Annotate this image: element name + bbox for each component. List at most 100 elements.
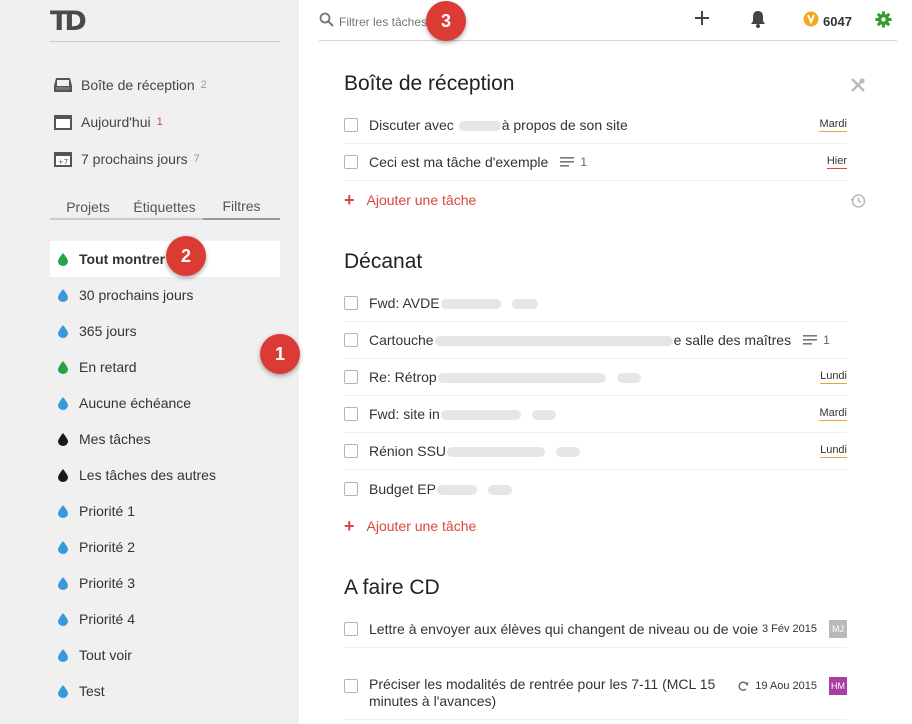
filter-label: Tout montrer <box>79 251 166 267</box>
nav-inbox-label: Boîte de réception <box>81 77 195 93</box>
task-text[interactable]: Lettre à envoyer aux élèves qui changent… <box>369 621 758 637</box>
task-text[interactable]: Fwd: site in <box>369 406 557 422</box>
nav-today-label: Aujourd'hui <box>81 114 151 130</box>
tab-etiquettes[interactable]: Étiquettes <box>126 196 203 218</box>
nav-today[interactable]: Aujourd'hui 1 <box>52 109 163 135</box>
task-due-date[interactable]: Lundi <box>820 370 847 384</box>
section-title-inbox: Boîte de réception <box>344 72 515 95</box>
task-due-date[interactable]: Hier <box>826 155 847 169</box>
task-row: Rénion SSU Lundi <box>344 433 847 470</box>
task-note[interactable]: 1 <box>803 333 830 347</box>
task-checkbox[interactable] <box>344 622 358 636</box>
notifications-button[interactable] <box>750 10 766 33</box>
filter-item[interactable]: 30 prochains jours <box>50 277 280 313</box>
logo[interactable]: TD <box>50 6 280 42</box>
avatar[interactable]: MJ <box>829 620 847 638</box>
filter-item[interactable]: Aucune échéance <box>50 385 280 421</box>
search-icon <box>319 12 334 32</box>
tab-projets[interactable]: Projets <box>50 196 126 218</box>
task-due-date[interactable]: Lundi <box>820 444 847 458</box>
droplet-icon <box>58 360 68 374</box>
task-text[interactable]: Fwd: AVDE <box>369 295 539 311</box>
filter-item[interactable]: Les tâches des autres <box>50 457 280 493</box>
filter-label: Aucune échéance <box>79 395 192 411</box>
karma-icon <box>803 11 819 32</box>
task-checkbox[interactable] <box>344 118 358 132</box>
task-checkbox[interactable] <box>344 155 358 169</box>
task-date[interactable]: 19 Aou 2015 <box>755 680 817 692</box>
task-text[interactable]: Cartouche e salle des maîtres <box>369 332 791 348</box>
annotation-badge-2: 2 <box>166 236 206 276</box>
filter-item[interactable]: Mes tâches <box>50 421 280 457</box>
task-text[interactable]: Discuter avec à propos de son site <box>369 117 628 133</box>
nav-inbox[interactable]: Boîte de réception 2 <box>52 72 207 98</box>
plus-icon <box>694 10 710 31</box>
filter-item[interactable]: Tout voir <box>50 637 280 673</box>
history-icon[interactable] <box>850 193 866 214</box>
filter-item[interactable]: Priorité 1 <box>50 493 280 529</box>
note-count: 1 <box>823 333 830 347</box>
section-title-afaire: A faire CD <box>344 576 440 599</box>
plus-icon: + <box>344 516 355 536</box>
bell-icon <box>750 10 766 33</box>
filter-item[interactable]: Tout montrer <box>50 241 280 277</box>
task-checkbox[interactable] <box>344 333 358 347</box>
calendar-plus7-icon: +7 <box>52 149 74 169</box>
task-due-date[interactable]: Mardi <box>819 118 847 132</box>
filter-item[interactable]: Priorité 2 <box>50 529 280 565</box>
filter-item[interactable]: Test <box>50 673 280 709</box>
nav-next7[interactable]: +7 7 prochains jours 7 <box>52 146 200 172</box>
droplet-icon <box>58 504 68 518</box>
add-task-link[interactable]: + Ajouter une tâche <box>344 188 476 212</box>
task-checkbox[interactable] <box>344 296 358 310</box>
add-task-button[interactable] <box>694 10 710 31</box>
annotation-badge-3: 3 <box>426 1 466 41</box>
task-checkbox[interactable] <box>344 370 358 384</box>
filter-item[interactable]: En retard <box>50 349 280 385</box>
task-checkbox[interactable] <box>344 444 358 458</box>
filter-label: Priorité 2 <box>79 539 136 555</box>
filter-item[interactable]: 365 jours <box>50 313 280 349</box>
notes-icon <box>560 157 575 167</box>
notes-icon <box>803 335 818 345</box>
filter-label: En retard <box>79 359 137 375</box>
add-task-link[interactable]: + Ajouter une tâche <box>344 514 476 538</box>
search-input[interactable] <box>339 15 439 29</box>
section-title-decanat: Décanat <box>344 250 423 273</box>
filter-label: Tout voir <box>79 647 132 663</box>
search-bar[interactable] <box>319 11 439 33</box>
task-row: Préciser les modalités de rentrée pour l… <box>344 666 847 720</box>
add-task-label: Ajouter une tâche <box>366 518 477 534</box>
avatar[interactable]: HM <box>829 677 847 695</box>
task-date[interactable]: 3 Fév 2015 <box>762 623 817 635</box>
add-task-label: Ajouter une tâche <box>366 192 477 208</box>
task-checkbox[interactable] <box>344 679 358 693</box>
task-row: Budget EP <box>344 470 847 507</box>
filter-item[interactable]: Priorité 4 <box>50 601 280 637</box>
filter-label: Test <box>79 683 105 699</box>
filter-label: Mes tâches <box>79 431 151 447</box>
annotation-badge-1: 1 <box>260 334 300 374</box>
task-row: Ceci est ma tâche d'exemple 1 Hier <box>344 144 847 181</box>
top-bar: 6047 <box>319 0 897 41</box>
filter-item[interactable]: Priorité 3 <box>50 565 280 601</box>
task-text[interactable]: Ceci est ma tâche d'exemple <box>369 154 548 170</box>
task-text[interactable]: Préciser les modalités de rentrée pour l… <box>369 676 715 710</box>
note-count: 1 <box>580 155 588 169</box>
task-due-date[interactable]: Mardi <box>819 407 847 421</box>
task-note[interactable]: 1 <box>560 155 587 169</box>
settings-button[interactable] <box>875 11 892 33</box>
task-checkbox[interactable] <box>344 481 358 496</box>
task-text[interactable]: Re: Rétrop <box>369 369 642 385</box>
task-checkbox[interactable] <box>344 407 358 421</box>
task-text[interactable]: Rénion SSU <box>369 443 581 459</box>
droplet-icon <box>58 612 68 626</box>
task-text[interactable]: Budget EP <box>369 481 513 497</box>
gear-icon <box>875 11 892 33</box>
tab-filtres[interactable]: Filtres <box>203 196 280 220</box>
nav-inbox-count: 2 <box>200 79 207 91</box>
karma-button[interactable]: 6047 <box>803 11 852 32</box>
nav-next7-count: 7 <box>193 153 200 165</box>
nav-today-count: 1 <box>156 116 163 128</box>
tools-icon[interactable] <box>851 78 865 97</box>
